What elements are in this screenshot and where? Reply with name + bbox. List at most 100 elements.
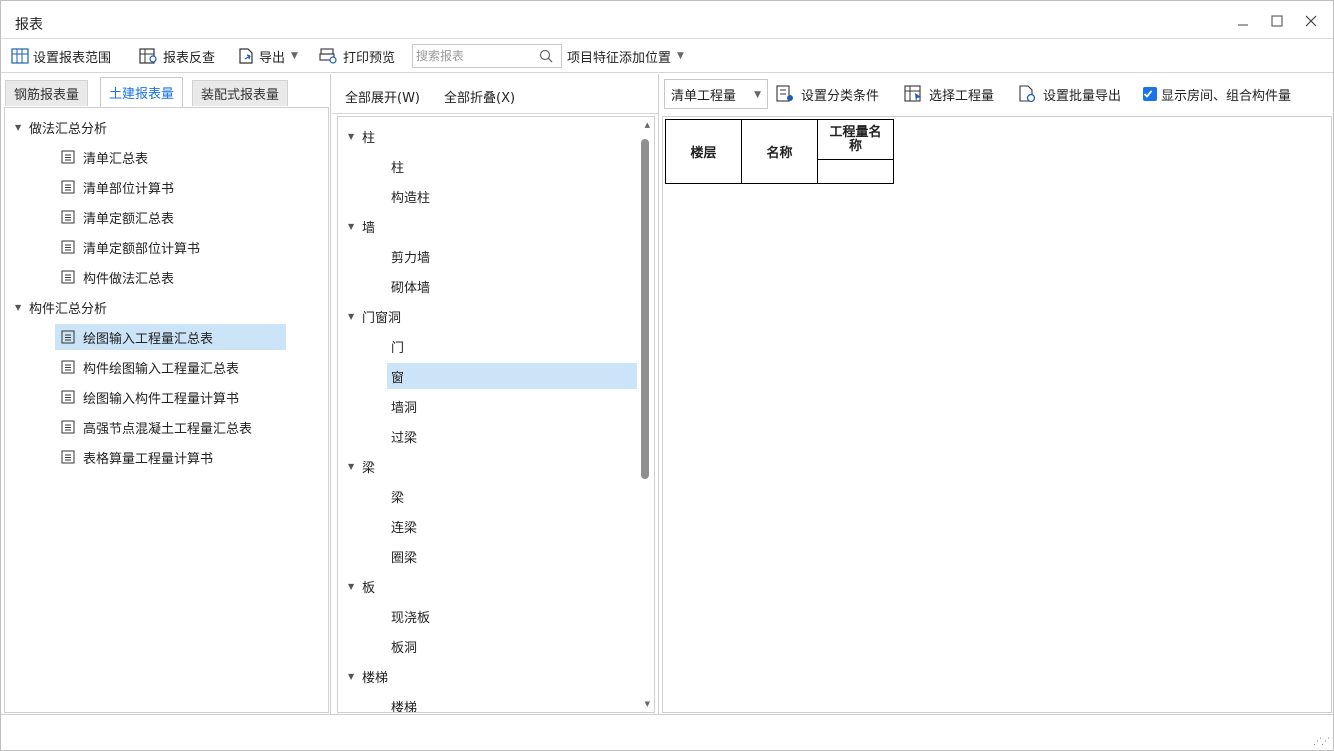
document-icon <box>61 150 75 164</box>
status-bar: ⋰⋰ <box>1 714 1333 750</box>
quantity-type-select[interactable]: 清单工程量 ▼ <box>664 79 768 109</box>
search-icon[interactable] <box>539 49 553 63</box>
batch-export-label: 设置批量导出 <box>1043 88 1122 104</box>
report-tree: ▼ 做法汇总分析 清单汇总表 清单部位计算书 清单定额汇总表 清单定额部位计算书 <box>4 107 329 713</box>
scroll-down-icon[interactable]: ▼ <box>645 700 650 708</box>
tree-item-component-method-summary[interactable]: 构件做法汇总表 <box>61 265 174 289</box>
expand-arrow-icon[interactable]: ▼ <box>348 312 362 321</box>
expand-all-button[interactable]: 全部展开(W) <box>345 87 420 106</box>
reverse-check-button[interactable]: 报表反查 <box>139 45 215 67</box>
collapse-all-button[interactable]: 全部折叠(X) <box>444 87 515 106</box>
close-button[interactable] <box>1299 9 1323 33</box>
tree-group-slab[interactable]: ▼ 板 <box>348 574 375 598</box>
tree-item-lintel[interactable]: 过梁 <box>391 424 417 448</box>
checkbox-checked-icon[interactable] <box>1143 87 1157 101</box>
tree-group-stairs[interactable]: ▼ 楼梯 <box>348 664 388 688</box>
tree-group-component-summary[interactable]: ▼ 构件汇总分析 <box>15 295 107 319</box>
scrollbar-thumb[interactable] <box>641 139 649 479</box>
window-title: 报表 <box>15 17 43 33</box>
print-preview-label: 打印预览 <box>343 50 396 66</box>
expand-arrow-icon[interactable]: ▼ <box>348 672 362 681</box>
tree-item-shear-wall[interactable]: 剪力墙 <box>391 244 430 268</box>
report-preview-area: 楼层 名称 工程量名称 <box>662 116 1332 713</box>
header-quantity-name: 工程量名称 <box>817 119 894 160</box>
tree-group-column[interactable]: ▼ 柱 <box>348 124 375 148</box>
report-category-panel: 钢筋报表量 土建报表量 装配式报表量 ▼ 做法汇总分析 清单汇总表 清单部位计算… <box>1 74 331 714</box>
add-feature-position-label: 项目特征添加位置 <box>567 50 672 66</box>
select-quantity-icon <box>904 85 921 102</box>
tree-item-coupling-beam[interactable]: 连梁 <box>391 514 417 538</box>
tree-item-bill-quota-part-calc[interactable]: 清单定额部位计算书 <box>61 235 200 259</box>
report-type-tabs: 钢筋报表量 土建报表量 装配式报表量 <box>1 74 331 107</box>
tree-item-component-drawing-summary[interactable]: 构件绘图输入工程量汇总表 <box>61 355 239 379</box>
table-search-icon <box>139 48 157 64</box>
set-range-button[interactable]: 设置报表范围 <box>11 45 111 67</box>
show-rooms-label: 显示房间、组合构件量 <box>1161 88 1292 104</box>
expand-arrow-icon[interactable]: ▼ <box>348 462 362 471</box>
tree-item-stairs[interactable]: 楼梯 <box>391 694 417 713</box>
tree-group-method-summary[interactable]: ▼ 做法汇总分析 <box>15 115 107 139</box>
expand-arrow-icon[interactable]: ▼ <box>348 132 362 141</box>
header-empty-cell <box>817 159 894 184</box>
document-icon <box>61 330 75 344</box>
export-button[interactable]: 导出 ▼ <box>237 45 298 67</box>
expand-arrow-icon[interactable]: ▼ <box>348 222 362 231</box>
tree-item-table-calc[interactable]: 表格算量工程量计算书 <box>61 445 213 469</box>
tree-item-drawing-component-calc[interactable]: 绘图输入构件工程量计算书 <box>61 385 239 409</box>
tree-item-ring-beam[interactable]: 圈梁 <box>391 544 417 568</box>
select-quantity-button[interactable]: 选择工程量 <box>904 84 994 104</box>
tree-item-high-strength-joint-summary[interactable]: 高强节点混凝土工程量汇总表 <box>61 415 252 439</box>
tree-item-cast-slab[interactable]: 现浇板 <box>391 604 430 628</box>
set-range-label: 设置报表范围 <box>33 50 112 66</box>
vertical-scrollbar[interactable]: ▲ ▼ <box>640 117 654 712</box>
title-bar: 报表 <box>1 1 1333 39</box>
quantity-type-value: 清单工程量 <box>671 88 737 104</box>
search-input[interactable] <box>416 47 534 65</box>
report-table: 楼层 名称 工程量名称 <box>665 119 894 184</box>
tree-group-label: 柱 <box>362 130 376 146</box>
tab-prefab-report[interactable]: 装配式报表量 <box>192 80 289 106</box>
expand-arrow-icon[interactable]: ▼ <box>348 582 362 591</box>
tree-item-window[interactable]: 窗 <box>387 363 637 389</box>
batch-export-button[interactable]: 设置批量导出 <box>1018 84 1121 104</box>
header-name: 名称 <box>741 119 818 184</box>
expand-arrow-icon[interactable]: ▼ <box>15 123 29 132</box>
document-icon <box>61 450 75 464</box>
expand-arrow-icon[interactable]: ▼ <box>15 303 29 312</box>
header-floor: 楼层 <box>665 119 742 184</box>
tree-item-bill-summary[interactable]: 清单汇总表 <box>61 145 148 169</box>
report-view-panel: 清单工程量 ▼ 设置分类条件 选择工程量 设置批量导出 显示房间、组合构件量 楼… <box>658 74 1333 714</box>
tree-item-label: 清单定额汇总表 <box>83 211 175 227</box>
tree-item-door[interactable]: 门 <box>391 334 404 358</box>
add-feature-position-dropdown[interactable]: 项目特征添加位置 ▼ <box>567 45 684 67</box>
show-rooms-checkbox[interactable]: 显示房间、组合构件量 <box>1143 84 1291 104</box>
tree-item-column[interactable]: 柱 <box>391 154 404 178</box>
tree-item-slab-opening[interactable]: 板洞 <box>391 634 417 658</box>
component-panel: 全部展开(W) 全部折叠(X) ▼ 柱 柱 构造柱 ▼ 墙 剪力墙 砌体墙 ▼ 门窗洞… <box>332 74 658 714</box>
resize-grip-icon[interactable]: ⋰⋰ <box>1313 737 1330 747</box>
tree-group-wall[interactable]: ▼ 墙 <box>348 214 375 238</box>
tree-item-wall-opening[interactable]: 墙洞 <box>391 394 417 418</box>
tree-group-beam[interactable]: ▼ 梁 <box>348 454 375 478</box>
tree-item-drawing-input-summary[interactable]: 绘图输入工程量汇总表 <box>55 324 286 350</box>
set-classification-button[interactable]: 设置分类条件 <box>776 84 879 104</box>
tree-item-constructional-column[interactable]: 构造柱 <box>391 184 430 208</box>
maximize-button[interactable] <box>1265 9 1289 33</box>
minimize-button[interactable] <box>1231 9 1255 33</box>
tree-item-beam[interactable]: 梁 <box>391 484 404 508</box>
tree-item-bill-quota-summary[interactable]: 清单定额汇总表 <box>61 205 174 229</box>
tree-group-label: 板 <box>362 580 376 596</box>
maximize-icon <box>1271 15 1283 27</box>
print-preview-button[interactable]: 打印预览 <box>319 45 395 67</box>
classification-icon <box>776 85 793 102</box>
tab-civil-report[interactable]: 土建报表量 <box>100 77 184 107</box>
report-view-toolbar: 清单工程量 ▼ 设置分类条件 选择工程量 设置批量导出 显示房间、组合构件量 <box>659 74 1334 114</box>
scroll-up-icon[interactable]: ▲ <box>645 121 650 129</box>
chevron-down-icon: ▼ <box>754 90 761 100</box>
reverse-check-label: 报表反查 <box>163 50 216 66</box>
tree-item-bill-part-calc[interactable]: 清单部位计算书 <box>61 175 174 199</box>
tab-rebar-report[interactable]: 钢筋报表量 <box>5 80 89 106</box>
tree-group-openings[interactable]: ▼ 门窗洞 <box>348 304 401 328</box>
tree-item-masonry-wall[interactable]: 砌体墙 <box>391 274 430 298</box>
component-tree: ▼ 柱 柱 构造柱 ▼ 墙 剪力墙 砌体墙 ▼ 门窗洞 门 窗 墙洞 过梁 ▼ 梁 梁 … <box>337 116 655 713</box>
